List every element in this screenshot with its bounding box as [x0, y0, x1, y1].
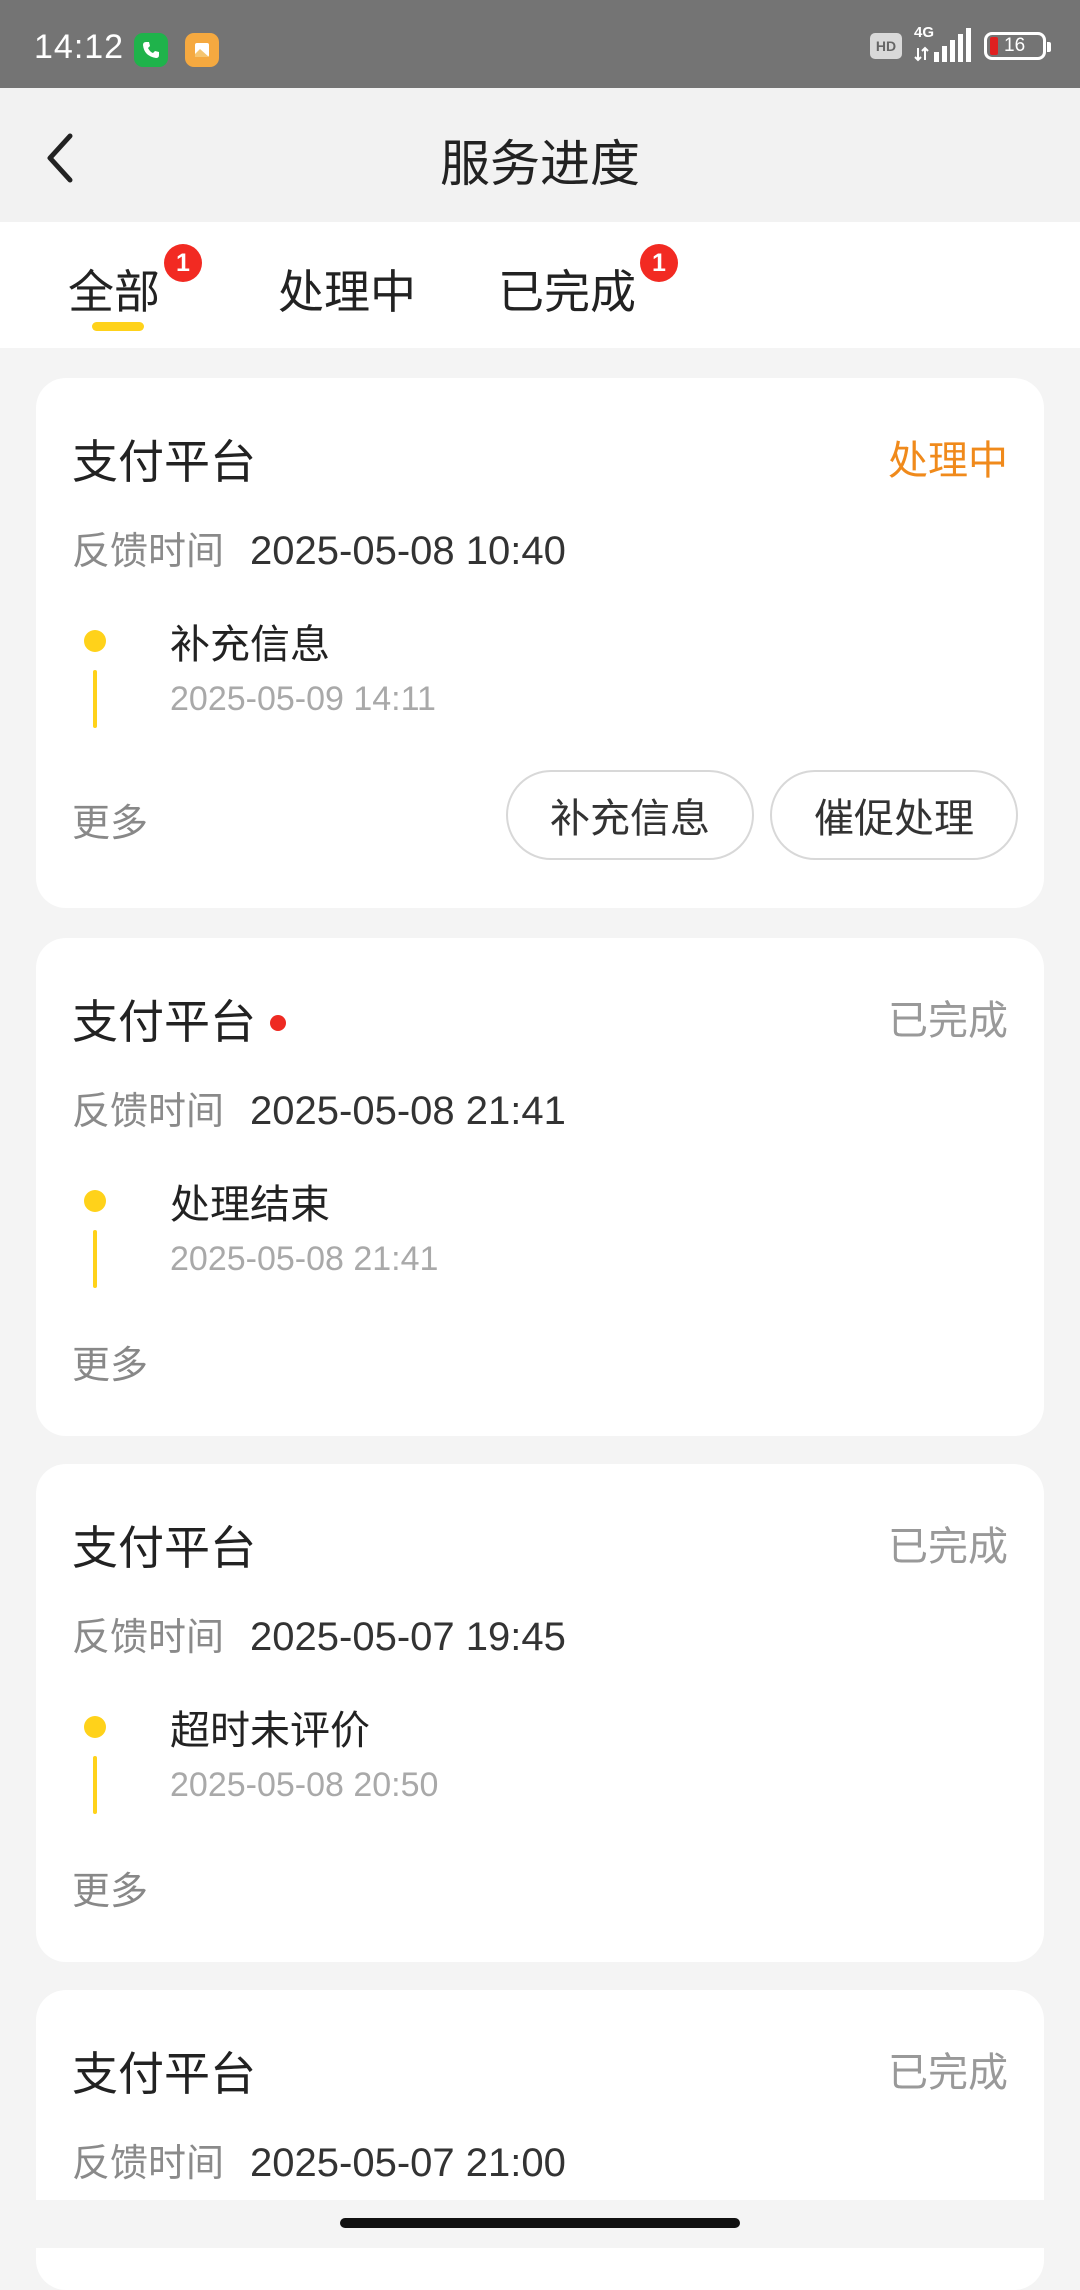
more-link[interactable]: 更多 — [72, 792, 148, 847]
progress-timeline: 补充信息 2025-05-09 14:11 — [72, 604, 772, 734]
timeline-title: 补充信息 — [170, 622, 330, 668]
active-tab-indicator — [92, 322, 144, 331]
card-title-text: 支付平台 — [72, 995, 256, 1049]
status-time: 14:12 — [34, 28, 125, 66]
app-header: 服务进度 — [0, 88, 1080, 222]
timeline-time: 2025-05-08 21:41 — [170, 1240, 439, 1278]
unread-dot-icon — [270, 1014, 286, 1031]
status-badge: 已完成 — [888, 998, 1008, 1044]
timeline-dot-icon — [84, 1716, 106, 1738]
tab-badge: 1 — [640, 244, 678, 282]
hd-icon: HD — [870, 33, 902, 59]
status-bar: 14:12 HD 4G 16 — [0, 0, 1080, 88]
tab-badge: 1 — [164, 244, 202, 282]
status-badge: 已完成 — [888, 1524, 1008, 1570]
feedback-time: 2025-05-08 21:41 — [250, 1089, 566, 1133]
phone-app-icon — [134, 33, 168, 67]
progress-timeline: 超时未评价 2025-05-08 20:50 — [72, 1690, 772, 1820]
timeline-dot-icon — [84, 630, 106, 652]
tab-processing[interactable]: 处理中 — [278, 256, 416, 322]
signal-icon: 4G — [914, 24, 972, 64]
status-badge: 已完成 — [888, 2050, 1008, 2096]
feedback-time: 2025-05-08 10:40 — [250, 529, 566, 573]
feedback-label: 反馈时间 — [72, 2141, 225, 2185]
home-indicator[interactable] — [340, 2218, 740, 2228]
feedback-label: 反馈时间 — [72, 1089, 225, 1133]
feedback-card[interactable]: 支付平台 处理中 反馈时间 2025-05-08 10:40 补充信息 2025-… — [36, 378, 1044, 908]
feedback-time: 2025-05-07 21:00 — [250, 2141, 566, 2185]
card-title: 支付平台 — [72, 435, 256, 489]
gallery-app-icon — [185, 33, 219, 67]
urge-processing-button[interactable]: 催促处理 — [770, 770, 1018, 860]
tab-label: 全部 — [68, 265, 160, 319]
timeline-line — [93, 1756, 97, 1814]
status-badge: 处理中 — [888, 438, 1008, 484]
feedback-label: 反馈时间 — [72, 1615, 225, 1659]
feedback-card[interactable]: 支付平台 已完成 反馈时间 2025-05-07 19:45 超时未评价 2025… — [36, 1464, 1044, 1962]
timeline-line — [93, 670, 97, 728]
timeline-dot-icon — [84, 1190, 106, 1212]
supplement-info-button[interactable]: 补充信息 — [506, 770, 754, 860]
page-title: 服务进度 — [440, 135, 640, 193]
card-title: 支付平台 — [72, 986, 286, 1052]
card-title: 支付平台 — [72, 2047, 256, 2101]
battery-level: 16 — [1004, 35, 1026, 56]
timeline-line — [93, 1230, 97, 1288]
tab-all[interactable]: 全部 1 — [68, 244, 202, 322]
tab-completed[interactable]: 已完成 1 — [498, 244, 678, 322]
tab-label: 处理中 — [278, 265, 416, 319]
timeline-title: 处理结束 — [170, 1182, 330, 1228]
tab-bar: 全部 1 处理中 已完成 1 — [0, 222, 1080, 348]
progress-timeline: 处理结束 2025-05-08 21:41 — [72, 1164, 772, 1294]
timeline-title: 超时未评价 — [170, 1708, 370, 1754]
battery-icon: 16 — [984, 32, 1051, 60]
card-title: 支付平台 — [72, 1521, 256, 1575]
feedback-time-row: 反馈时间 2025-05-08 10:40 — [72, 520, 566, 575]
timeline-time: 2025-05-08 20:50 — [170, 1766, 439, 1804]
more-link[interactable]: 更多 — [72, 1334, 148, 1389]
feedback-label: 反馈时间 — [72, 529, 225, 573]
feedback-card[interactable]: 支付平台 已完成 反馈时间 2025-05-08 21:41 处理结束 2025-… — [36, 938, 1044, 1436]
timeline-time: 2025-05-09 14:11 — [170, 680, 436, 718]
feedback-time-row: 反馈时间 2025-05-07 21:00 — [72, 2132, 566, 2187]
feedback-time: 2025-05-07 19:45 — [250, 1615, 566, 1659]
tab-label: 已完成 — [498, 265, 636, 319]
feedback-time-row: 反馈时间 2025-05-08 21:41 — [72, 1080, 566, 1135]
feedback-time-row: 反馈时间 2025-05-07 19:45 — [72, 1606, 566, 1661]
more-link[interactable]: 更多 — [72, 1860, 148, 1915]
